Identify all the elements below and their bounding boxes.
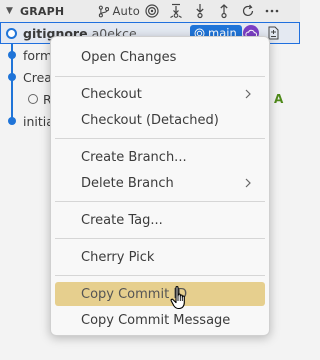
menu-item-create-tag[interactable]: Create Tag... [55, 208, 265, 232]
graph-toolbar: Auto [98, 0, 284, 22]
branch-icon [98, 5, 110, 17]
menu-item-cherry-pick[interactable]: Cherry Pick [55, 245, 265, 269]
commit-node [8, 117, 16, 125]
commit-node [8, 73, 16, 81]
menu-separator [55, 138, 265, 139]
graph-panel-header[interactable]: ▼ GRAPH Auto [0, 0, 300, 22]
auto-label: Auto [112, 4, 140, 18]
scm-graph-view: ▼ GRAPH Auto gitignore a0ekce main form … [0, 0, 300, 360]
chevron-right-icon [245, 178, 251, 188]
menu-item-copy-commit-id[interactable]: Copy Commit ID [55, 282, 265, 306]
hand-pointer-cursor-icon [170, 286, 185, 310]
menu-separator [55, 201, 265, 202]
auto-branch-filter-button[interactable]: Auto [98, 2, 140, 20]
chevron-right-icon [245, 89, 251, 99]
commit-node [6, 28, 17, 39]
menu-item-delete-branch[interactable]: Delete Branch [55, 171, 265, 195]
pull-button[interactable] [188, 2, 212, 20]
fetch-button[interactable] [164, 2, 188, 20]
ellipsis-icon [265, 9, 279, 13]
file-icon [28, 94, 38, 104]
fetch-icon [170, 3, 182, 18]
more-actions-button[interactable] [260, 2, 284, 20]
refresh-icon [242, 4, 254, 17]
pull-icon [196, 4, 204, 19]
push-icon [220, 4, 228, 19]
menu-item-checkout[interactable]: Checkout [55, 82, 265, 106]
menu-item-checkout-detached[interactable]: Checkout (Detached) [55, 108, 265, 132]
commit-message: Crea [23, 69, 52, 85]
menu-separator [55, 76, 265, 77]
push-button[interactable] [212, 2, 236, 20]
menu-item-create-branch[interactable]: Create Branch... [55, 145, 265, 169]
commit-node [8, 51, 16, 59]
commit-message: form [23, 47, 53, 63]
commit-context-menu: Open Changes Checkout Checkout (Detached… [50, 36, 270, 336]
panel-title: GRAPH [20, 4, 65, 18]
menu-item-copy-commit-message[interactable]: Copy Commit Message [55, 308, 265, 332]
target-button[interactable] [140, 2, 164, 20]
chevron-down-icon[interactable]: ▼ [6, 6, 14, 16]
added-status-letter: A [274, 92, 284, 106]
refresh-button[interactable] [236, 2, 260, 20]
target-icon [145, 4, 159, 18]
menu-separator [55, 275, 265, 276]
menu-separator [55, 238, 265, 239]
menu-item-open-changes[interactable]: Open Changes [55, 45, 265, 69]
